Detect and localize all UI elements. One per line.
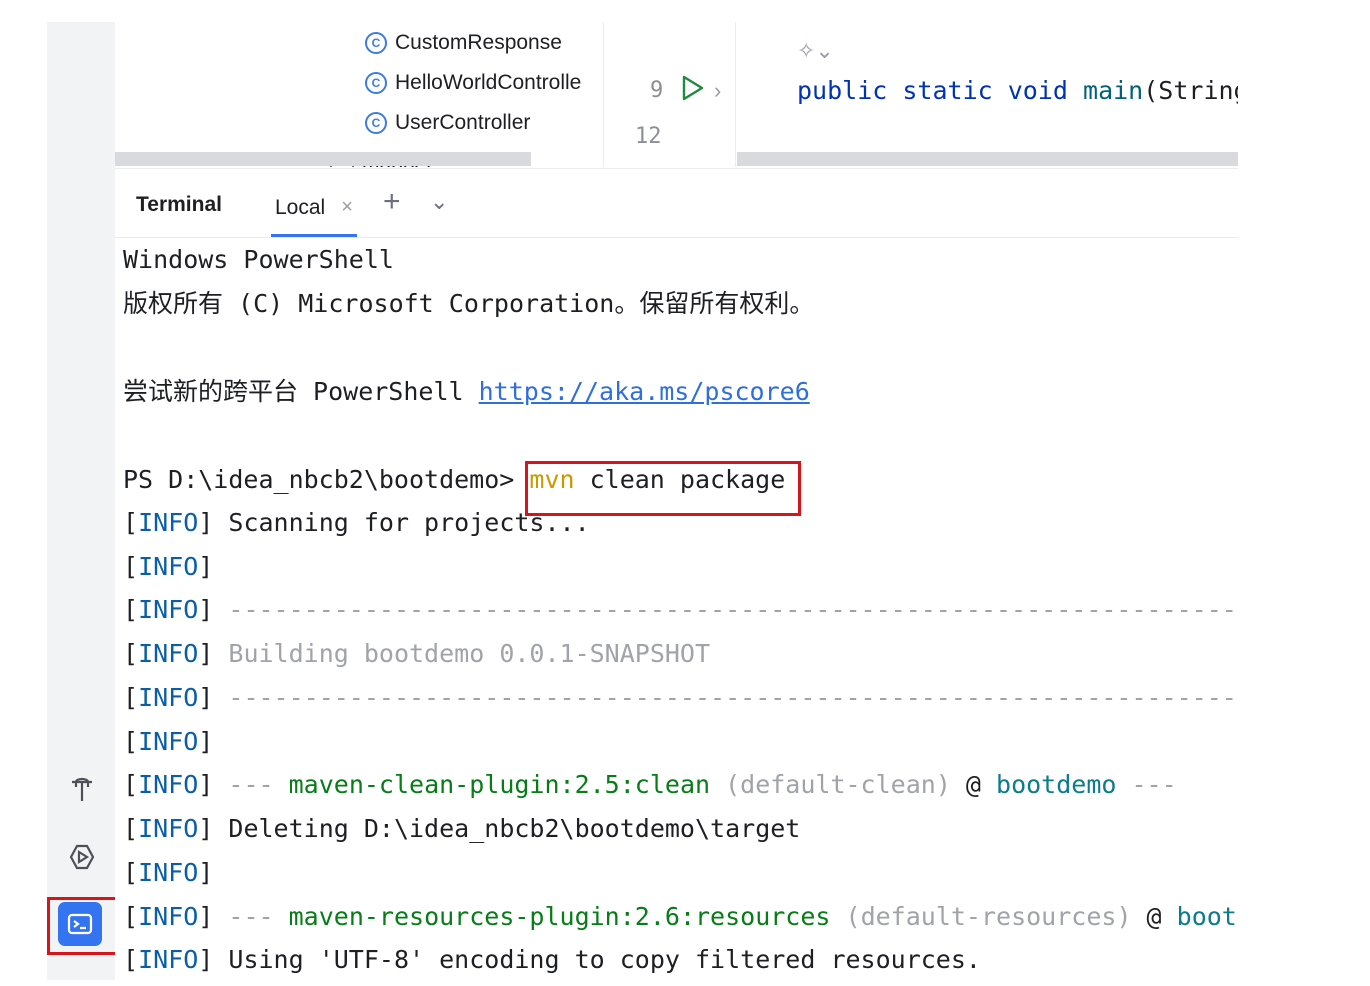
close-icon[interactable]: × [341,196,353,219]
services-icon[interactable] [62,837,102,877]
terminal-title: Terminal [136,193,222,216]
tree-item-usercontroller[interactable]: C UserController [365,108,530,138]
run-icon[interactable] [678,74,706,102]
terminal-line: 尝试新的跨平台 PowerShell https://aka.ms/pscore… [123,377,810,406]
terminal-line: 版权所有 (C) Microsoft Corporation。保留所有权利。 [123,289,815,318]
code-line: public static void main(String [797,76,1238,105]
add-tab-button[interactable]: + [383,185,401,219]
chevron-right-icon[interactable]: › [714,78,721,104]
terminal-line: [INFO] [123,858,214,887]
code-editor[interactable]: ✧⌄ public static void main(String [737,22,1238,167]
chevron-down-icon[interactable]: ⌄ [430,189,448,215]
tree-item-label: HelloWorldControlle [395,71,582,94]
terminal-line: [INFO] [123,552,214,581]
tab-label: Local [275,195,326,219]
horizontal-scrollbar[interactable] [115,152,531,166]
terminal-output[interactable]: Windows PowerShell 版权所有 (C) Microsoft Co… [115,238,1238,983]
terminal-line: [INFO] --- maven-resources-plugin:2.6:re… [123,902,1237,931]
build-icon[interactable] [62,770,102,810]
terminal-line: [INFO] Building bootdemo 0.0.1-SNAPSHOT [123,639,711,668]
project-tree: C CustomResponse C HelloWorldControlle C… [115,22,605,167]
terminal-line: [INFO] Using 'UTF-8' encoding to copy fi… [123,945,981,974]
terminal-line: [INFO] Deleting D:\idea_nbcb2\bootdemo\t… [123,814,801,843]
class-icon: C [365,72,387,94]
tree-item-helloworldcontroller[interactable]: C HelloWorldControlle [365,68,581,98]
terminal-button-highlight [47,897,125,955]
tree-item-customresponse[interactable]: C CustomResponse [365,28,562,58]
terminal-line: [INFO] --- maven-clean-plugin:2.5:clean … [123,770,1177,799]
pscore-link[interactable]: https://aka.ms/pscore6 [479,377,810,406]
tab-local[interactable]: Local × [271,181,357,237]
horizontal-scrollbar[interactable] [737,152,1238,166]
editor-gutter: 9 › 12 [603,22,736,167]
tree-item-label: CustomResponse [395,31,562,54]
terminal-line: [INFO] ---------------------------------… [123,595,1237,624]
tree-item-label: UserController [395,111,531,134]
ai-assistant-icon[interactable]: ✧⌄ [797,38,834,64]
class-icon: C [365,112,387,134]
terminal-line: [INFO] [123,727,214,756]
class-icon: C [365,32,387,54]
terminal-line: [INFO] Scanning for projects... [123,508,590,537]
line-number: 12 [635,124,662,149]
terminal-header: Terminal Local × + ⌄ [115,168,1238,238]
tool-window-strip [47,22,115,980]
line-number: 9 [650,78,664,103]
terminal-line: [INFO] ---------------------------------… [123,683,1237,712]
terminal-line: Windows PowerShell [123,245,394,274]
